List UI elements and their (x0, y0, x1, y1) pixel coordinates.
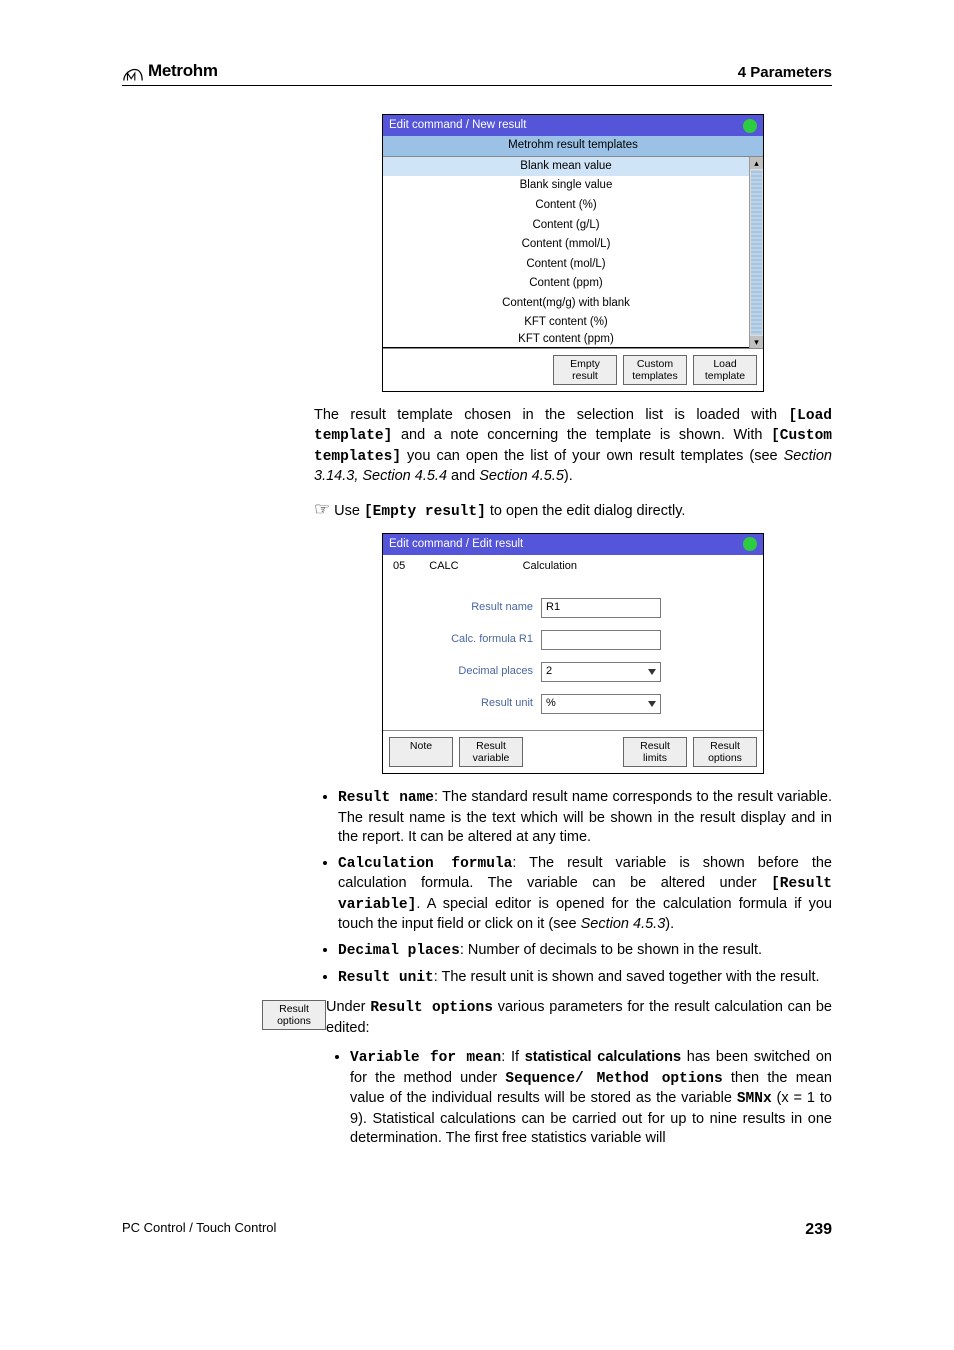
close-icon[interactable] (743, 119, 757, 133)
footer-left: PC Control / Touch Control (122, 1219, 276, 1241)
bullet-item: Decimal places: Number of decimals to be… (338, 941, 832, 962)
brand: Metrohm (122, 60, 218, 83)
template-list[interactable]: Blank mean value Blank single value Cont… (383, 157, 749, 348)
note-button[interactable]: Note (389, 737, 453, 767)
command-line: 05 CALC Calculation (383, 555, 763, 578)
empty-result-button[interactable]: Empty result (553, 355, 617, 385)
page-footer: PC Control / Touch Control 239 (122, 1219, 832, 1241)
scroll-thumb[interactable] (751, 170, 762, 335)
panel-subhead: Metrohm result templates (383, 136, 763, 157)
panel-titlebar: Edit command / New result (383, 115, 763, 137)
panel-title-text: Edit command / Edit result (389, 537, 523, 553)
scroll-down-icon[interactable]: ▾ (750, 336, 763, 348)
decimal-places-select[interactable]: 2 (541, 662, 661, 682)
brand-logo-icon (122, 67, 144, 83)
decimal-places-label: Decimal places (393, 664, 533, 679)
panel-new-result: Edit command / New result Metrohm result… (382, 114, 764, 392)
list-item[interactable]: Blank single value (383, 176, 749, 196)
bullet-item: Result unit: The result unit is shown an… (338, 968, 832, 989)
bullet-item: Calculation formula: The result variable… (338, 854, 832, 935)
pointing-hand-icon: ☞ (314, 499, 330, 519)
margin-result-options-button[interactable]: Result options (262, 1000, 326, 1030)
list-item[interactable]: Content (mol/L) (383, 255, 749, 275)
result-limits-button[interactable]: Result limits (623, 737, 687, 767)
calc-formula-input[interactable] (541, 630, 661, 650)
brand-name: Metrohm (148, 60, 218, 83)
result-unit-label: Result unit (393, 696, 533, 711)
list-item[interactable]: Content (ppm) (383, 274, 749, 294)
result-name-input[interactable]: R1 (541, 598, 661, 618)
bullet-list: Variable for mean: If statistical calcul… (326, 1048, 832, 1149)
list-item[interactable]: Content (%) (383, 196, 749, 216)
calc-formula-label: Calc. formula R1 (393, 632, 533, 647)
panel-title-text: Edit command / New result (389, 118, 526, 134)
custom-templates-button[interactable]: Custom templates (623, 355, 687, 385)
panel-edit-result: Edit command / Edit result 05 CALC Calcu… (382, 533, 764, 774)
scrollbar[interactable]: ▴ ▾ (749, 157, 763, 348)
list-item[interactable]: Content (g/L) (383, 216, 749, 236)
page-header: Metrohm 4 Parameters (122, 60, 832, 86)
result-name-label: Result name (393, 600, 533, 615)
list-item[interactable]: Content (mmol/L) (383, 235, 749, 255)
list-item[interactable]: Content(mg/g) with blank (383, 294, 749, 314)
result-variable-button[interactable]: Result variable (459, 737, 523, 767)
paragraph: Under Result options various parameters … (326, 998, 832, 1038)
bullet-list: Result name: The standard result name co… (314, 788, 832, 988)
chapter-title: 4 Parameters (738, 63, 832, 83)
list-item[interactable]: KFT content (%) (383, 313, 749, 333)
panel-titlebar: Edit command / Edit result (383, 534, 763, 556)
list-item[interactable]: Blank mean value (383, 157, 749, 177)
bullet-item: Result name: The standard result name co… (338, 788, 832, 848)
result-options-button[interactable]: Result options (693, 737, 757, 767)
bullet-item: Variable for mean: If statistical calcul… (350, 1048, 832, 1149)
paragraph: The result template chosen in the select… (314, 406, 832, 487)
list-item[interactable]: KFT content (ppm) (383, 333, 749, 348)
close-icon[interactable] (743, 537, 757, 551)
load-template-button[interactable]: Load template (693, 355, 757, 385)
result-unit-select[interactable]: % (541, 694, 661, 714)
scroll-up-icon[interactable]: ▴ (750, 157, 763, 169)
hint-line: ☞Use [Empty result] to open the edit dia… (314, 497, 832, 523)
page-number: 239 (805, 1219, 832, 1241)
